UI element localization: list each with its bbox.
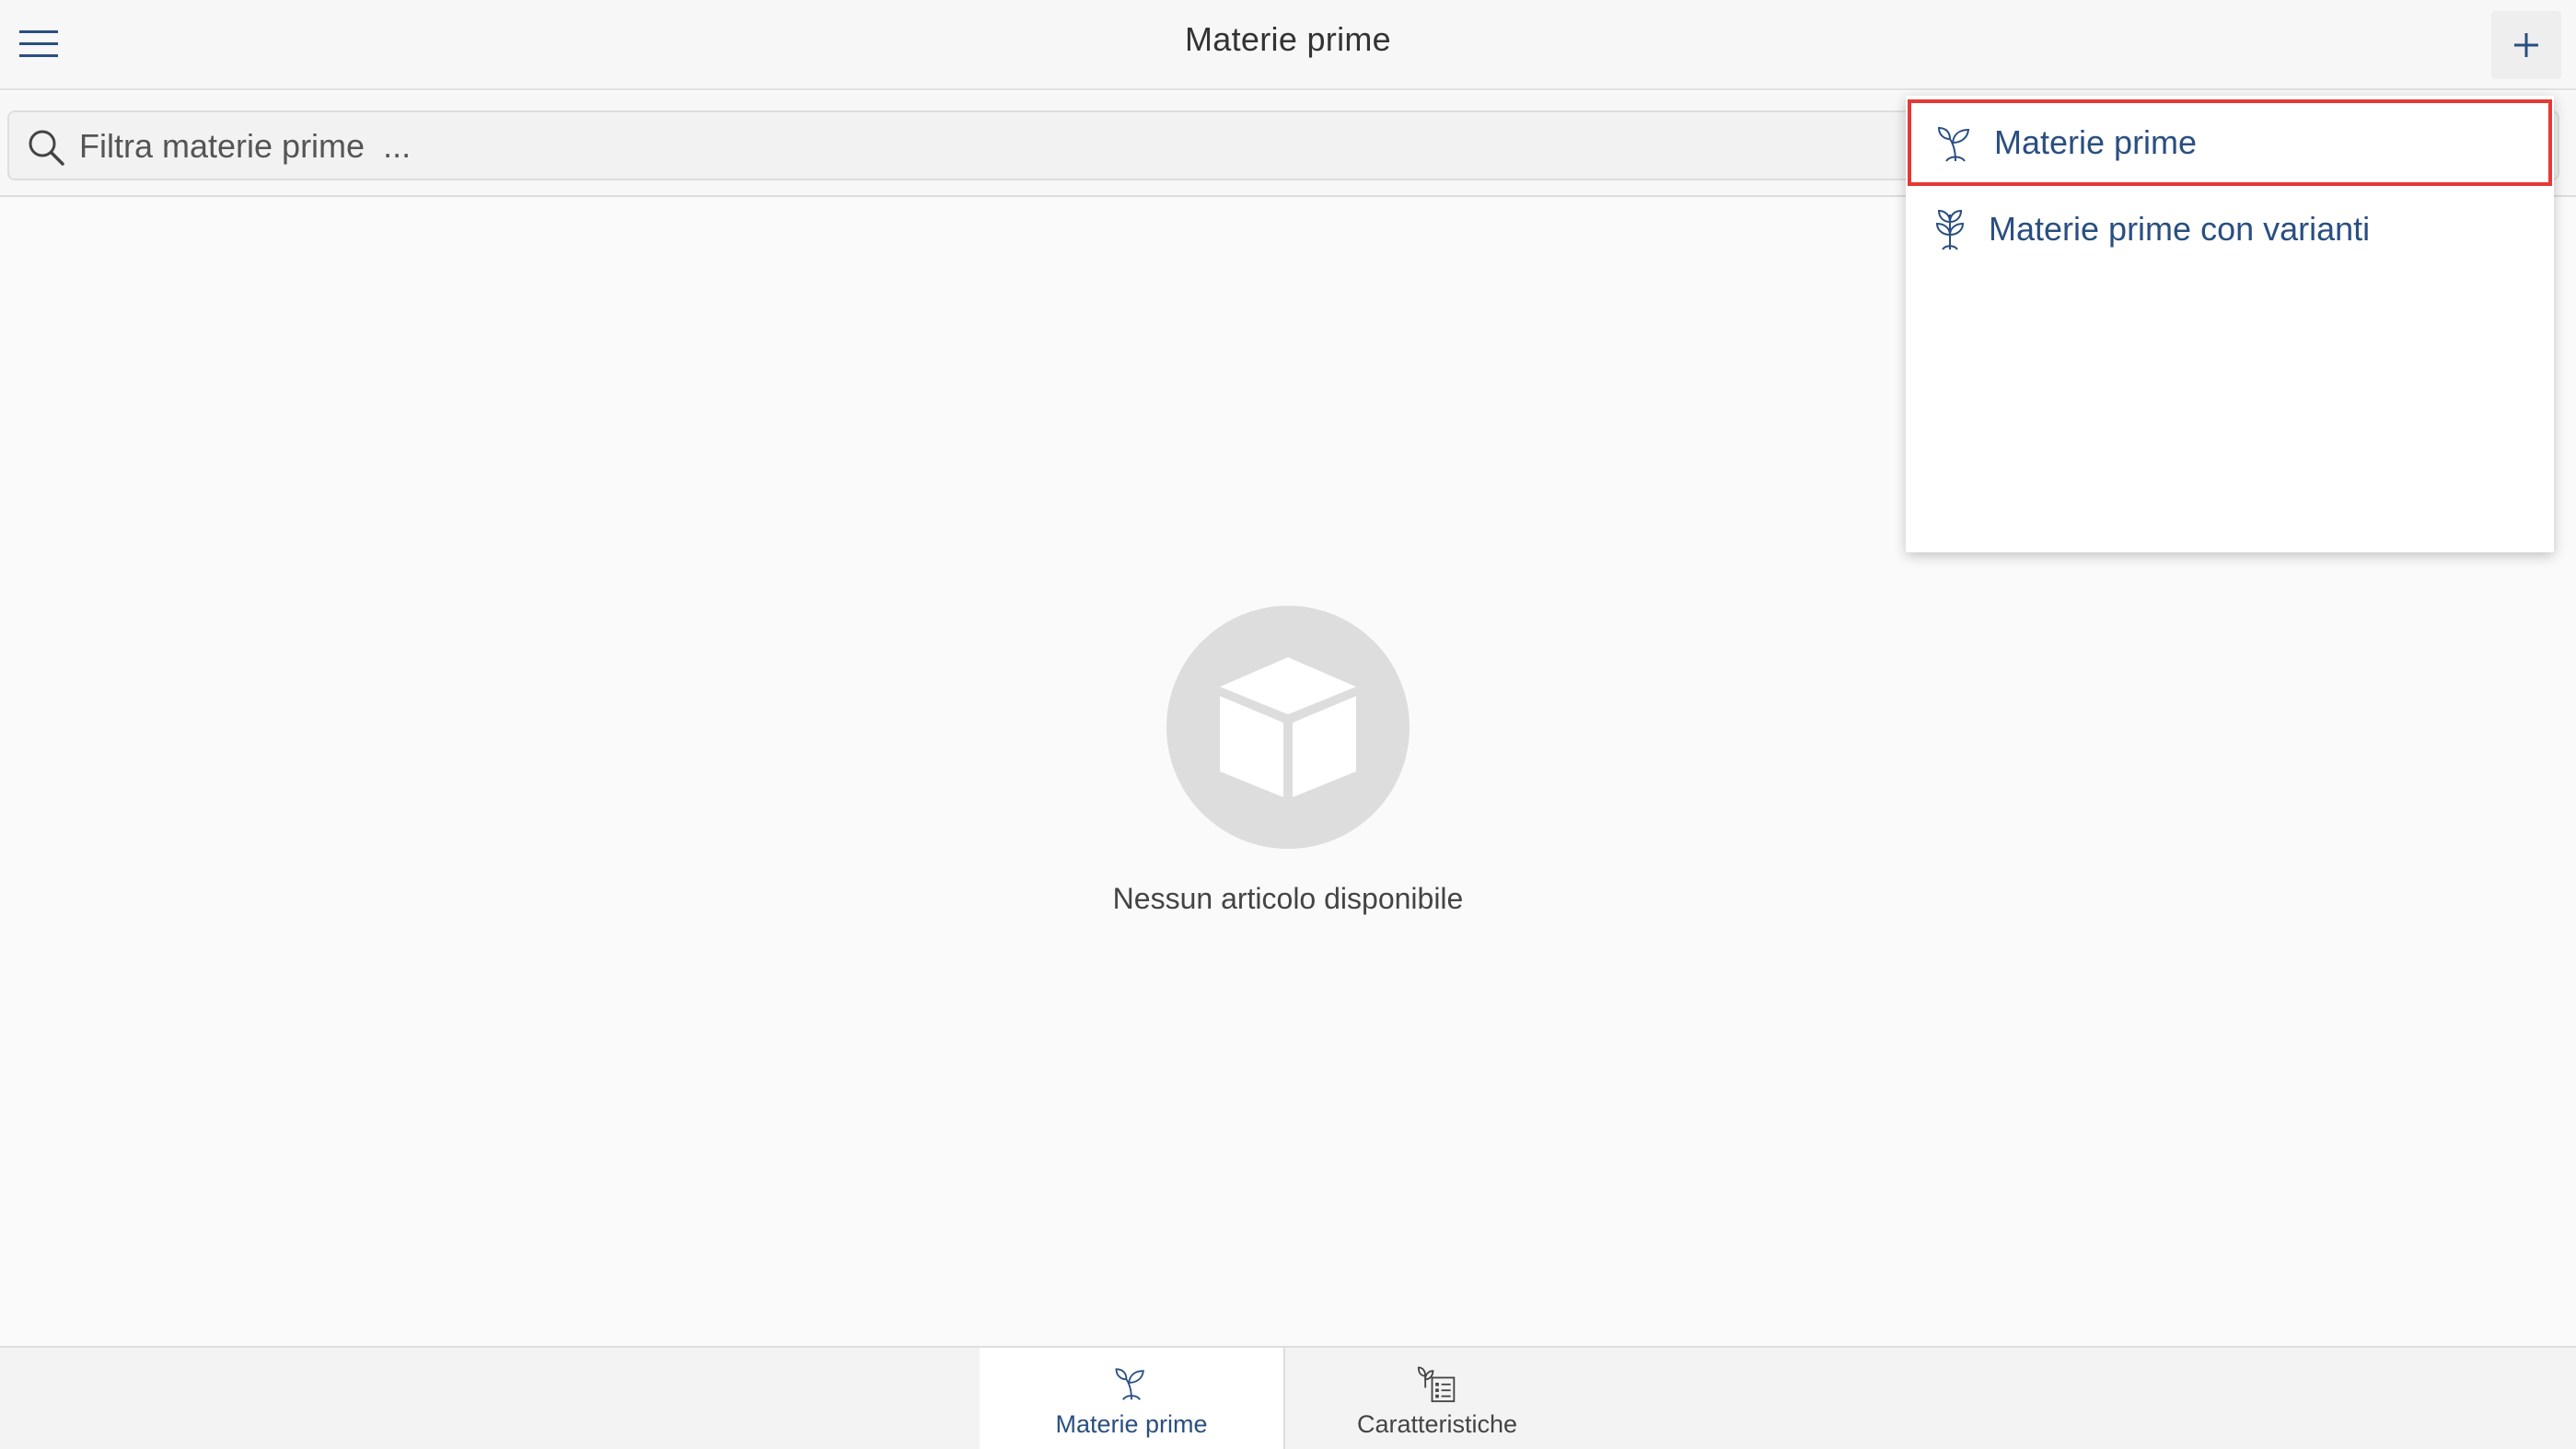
plus-icon [2514, 33, 2538, 57]
tab-label: Caratteristiche [1356, 1410, 1518, 1438]
search-icon [29, 130, 64, 166]
plant-variants-icon [1935, 209, 1965, 250]
add-dropdown-menu: Materie prime Materie prime con varianti [1906, 96, 2554, 552]
empty-state-illustration [1166, 606, 1410, 849]
empty-state-message: Nessun articolo disponibile [1112, 882, 1464, 915]
dropdown-item-materie-prime[interactable]: Materie prime [1908, 99, 2552, 186]
page-title: Materie prime [1185, 20, 1391, 58]
add-button[interactable] [2491, 11, 2561, 79]
tab-label: Materie prime [1055, 1410, 1208, 1438]
tab-materie-prime[interactable]: Materie prime [980, 1348, 1283, 1449]
app-window: Materie prime Nessun articolo disp [0, 0, 2576, 1449]
bottom-tab-bar: Materie prime Caratteristiche [0, 1346, 2576, 1449]
dropdown-item-materie-prime-con-varianti[interactable]: Materie prime con varianti [1906, 186, 2554, 272]
dropdown-item-label: Materie prime con varianti [1989, 210, 2371, 248]
plant-list-icon [1417, 1366, 1456, 1403]
box-icon [1220, 657, 1356, 797]
tab-caratteristiche[interactable]: Caratteristiche [1285, 1348, 1589, 1449]
sprout-icon [1115, 1368, 1144, 1400]
top-bar: Materie prime [0, 0, 2576, 90]
empty-state: Nessun articolo disponibile [0, 606, 2576, 916]
search-input[interactable] [79, 123, 1828, 169]
dropdown-item-label: Materie prime [1994, 123, 2198, 161]
sprout-icon [1937, 126, 1970, 162]
